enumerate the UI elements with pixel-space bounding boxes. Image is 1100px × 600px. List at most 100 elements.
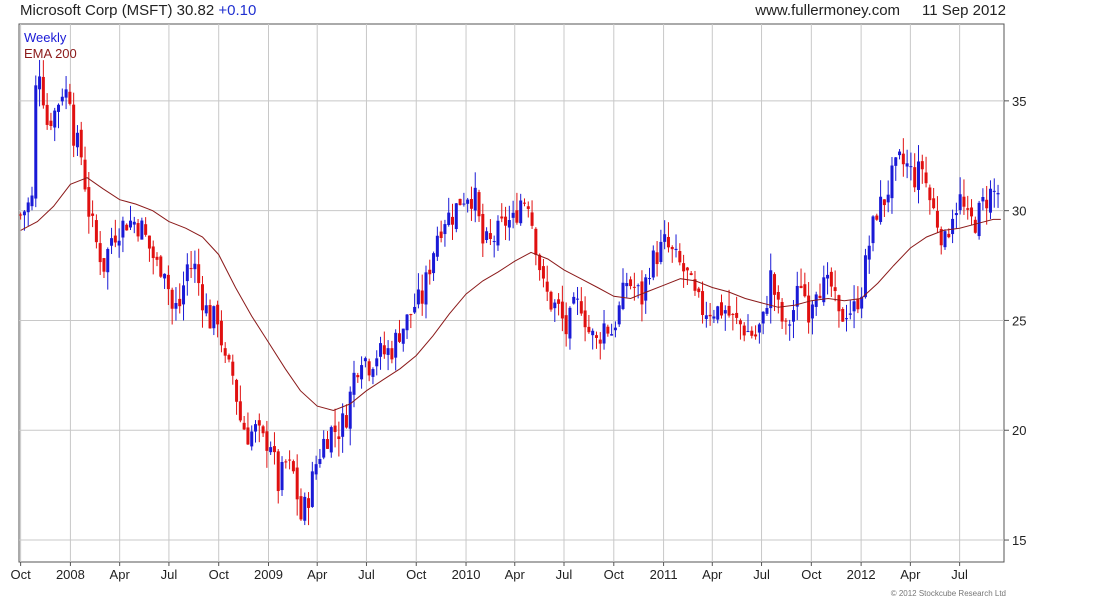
candle-body — [299, 496, 303, 520]
candle-body — [541, 266, 545, 279]
x-tick-label: Apr — [702, 567, 723, 582]
x-tick-label: Jul — [753, 567, 770, 582]
candle-body — [958, 194, 962, 211]
candle-body — [147, 235, 151, 249]
candle-body — [337, 436, 341, 440]
candle-body — [159, 256, 163, 277]
candle-body — [784, 320, 788, 322]
legend-weekly: Weekly — [24, 30, 67, 45]
candle-body — [913, 167, 917, 188]
candle-body — [216, 304, 220, 325]
candle-body — [447, 212, 451, 225]
candle-body — [322, 438, 326, 458]
candle-body — [379, 343, 383, 357]
y-tick-label: 35 — [1012, 94, 1026, 109]
candle-body — [265, 431, 269, 451]
candle-body — [435, 235, 439, 257]
candle-body — [469, 199, 473, 209]
candle-body — [841, 308, 845, 322]
candle-body — [382, 345, 386, 355]
candle-body — [947, 233, 951, 238]
candle-body — [701, 291, 705, 316]
candle-body — [246, 427, 250, 445]
plot-frame — [18, 23, 1005, 563]
candle-body — [75, 132, 79, 148]
candle-body — [685, 267, 689, 271]
candle-body — [697, 288, 701, 293]
candle-body — [409, 314, 413, 316]
candle-body — [663, 234, 667, 242]
candle-body — [432, 253, 436, 274]
candle-body — [867, 245, 871, 260]
candle-body — [212, 306, 216, 329]
y-axis: 15 20 25 30 35 — [1004, 94, 1026, 548]
candle-body — [87, 187, 91, 217]
candle-body — [742, 325, 746, 336]
candle-body — [943, 231, 947, 248]
candle-body — [538, 254, 542, 271]
candle-body — [454, 203, 458, 230]
candle-body — [113, 235, 117, 243]
candle-body — [704, 315, 708, 319]
candle-body — [219, 320, 223, 346]
y-tick-label: 15 — [1012, 533, 1026, 548]
candle-body — [371, 369, 375, 377]
candle-body — [488, 233, 492, 240]
candle-body — [91, 213, 95, 216]
candle-body — [591, 330, 595, 336]
candle-body — [803, 284, 807, 297]
candle-body — [776, 292, 780, 300]
candle-body — [905, 163, 909, 167]
candle-body — [254, 424, 258, 432]
candle-body — [951, 218, 955, 235]
candle-body — [826, 274, 830, 279]
x-tick-label: Oct — [604, 567, 625, 582]
candle-body — [257, 420, 261, 426]
candle-body — [64, 89, 68, 98]
candle-body — [750, 330, 754, 336]
x-tick-label: Jul — [556, 567, 573, 582]
candle-body — [30, 195, 34, 207]
candle-body — [988, 188, 992, 213]
candle-body — [163, 273, 167, 279]
candle-body — [310, 471, 314, 507]
candle-body — [98, 243, 102, 263]
candle-body — [227, 355, 231, 360]
candle-body — [780, 302, 784, 322]
candle-body — [140, 220, 144, 240]
candle-body — [170, 289, 174, 309]
candle-body — [242, 422, 246, 430]
x-tick-label: Apr — [505, 567, 526, 582]
candle-body — [200, 284, 204, 311]
candle-body — [598, 339, 602, 344]
candle-body — [810, 304, 814, 319]
x-tick-label: 2012 — [847, 567, 876, 582]
candle-body — [144, 224, 148, 235]
candle-body — [985, 199, 989, 209]
candle-body — [394, 332, 398, 358]
candle-body — [795, 285, 799, 307]
candle-body — [325, 439, 329, 449]
msft-price-chart: 1520253035 Oct 2008 Apr Jul Oct 2009 Apr Jul Oct… — [11, 23, 1026, 582]
candle-body — [360, 365, 364, 380]
candle-body — [250, 431, 254, 447]
candle-body — [45, 104, 49, 125]
candle-body — [166, 274, 170, 290]
candle-body — [94, 220, 98, 243]
candle-body — [932, 198, 936, 209]
candle-body — [231, 361, 235, 376]
candle-body — [716, 306, 720, 320]
candle-body — [125, 224, 129, 231]
candle-body — [72, 104, 76, 146]
candle-body — [875, 215, 879, 220]
candle-body — [26, 202, 30, 213]
candle-body — [197, 264, 201, 284]
candle-body — [41, 76, 45, 106]
candle-body — [848, 313, 852, 315]
candle-body — [670, 247, 674, 250]
candle-body — [511, 212, 515, 218]
candle-body — [845, 318, 849, 320]
candle-body — [738, 320, 742, 325]
candle-body — [981, 197, 985, 202]
candle-body — [269, 447, 273, 453]
